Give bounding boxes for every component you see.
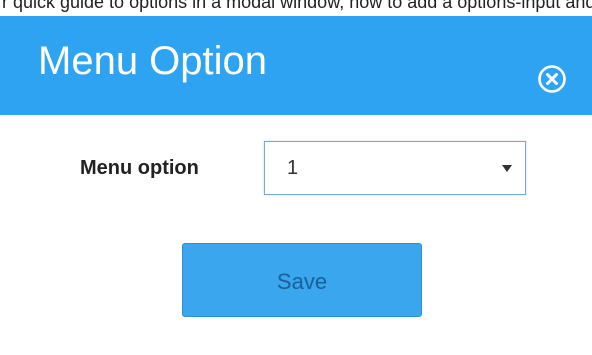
save-button[interactable]: Save <box>182 243 422 317</box>
intro-text: r quick guide to options in a modal wind… <box>2 0 592 12</box>
close-button[interactable] <box>534 61 570 97</box>
modal-header: Menu Option <box>0 16 592 115</box>
chevron-down-icon <box>502 165 512 172</box>
close-circle-icon <box>538 65 566 93</box>
menu-option-select[interactable]: 1 <box>264 141 526 195</box>
save-button-label: Save <box>276 269 328 294</box>
page: r quick guide to options in a modal wind… <box>0 0 592 355</box>
menu-option-selected-value: 1 <box>287 157 299 179</box>
modal-title: Menu Option <box>38 39 268 83</box>
menu-option-label: Menu option <box>80 157 199 179</box>
